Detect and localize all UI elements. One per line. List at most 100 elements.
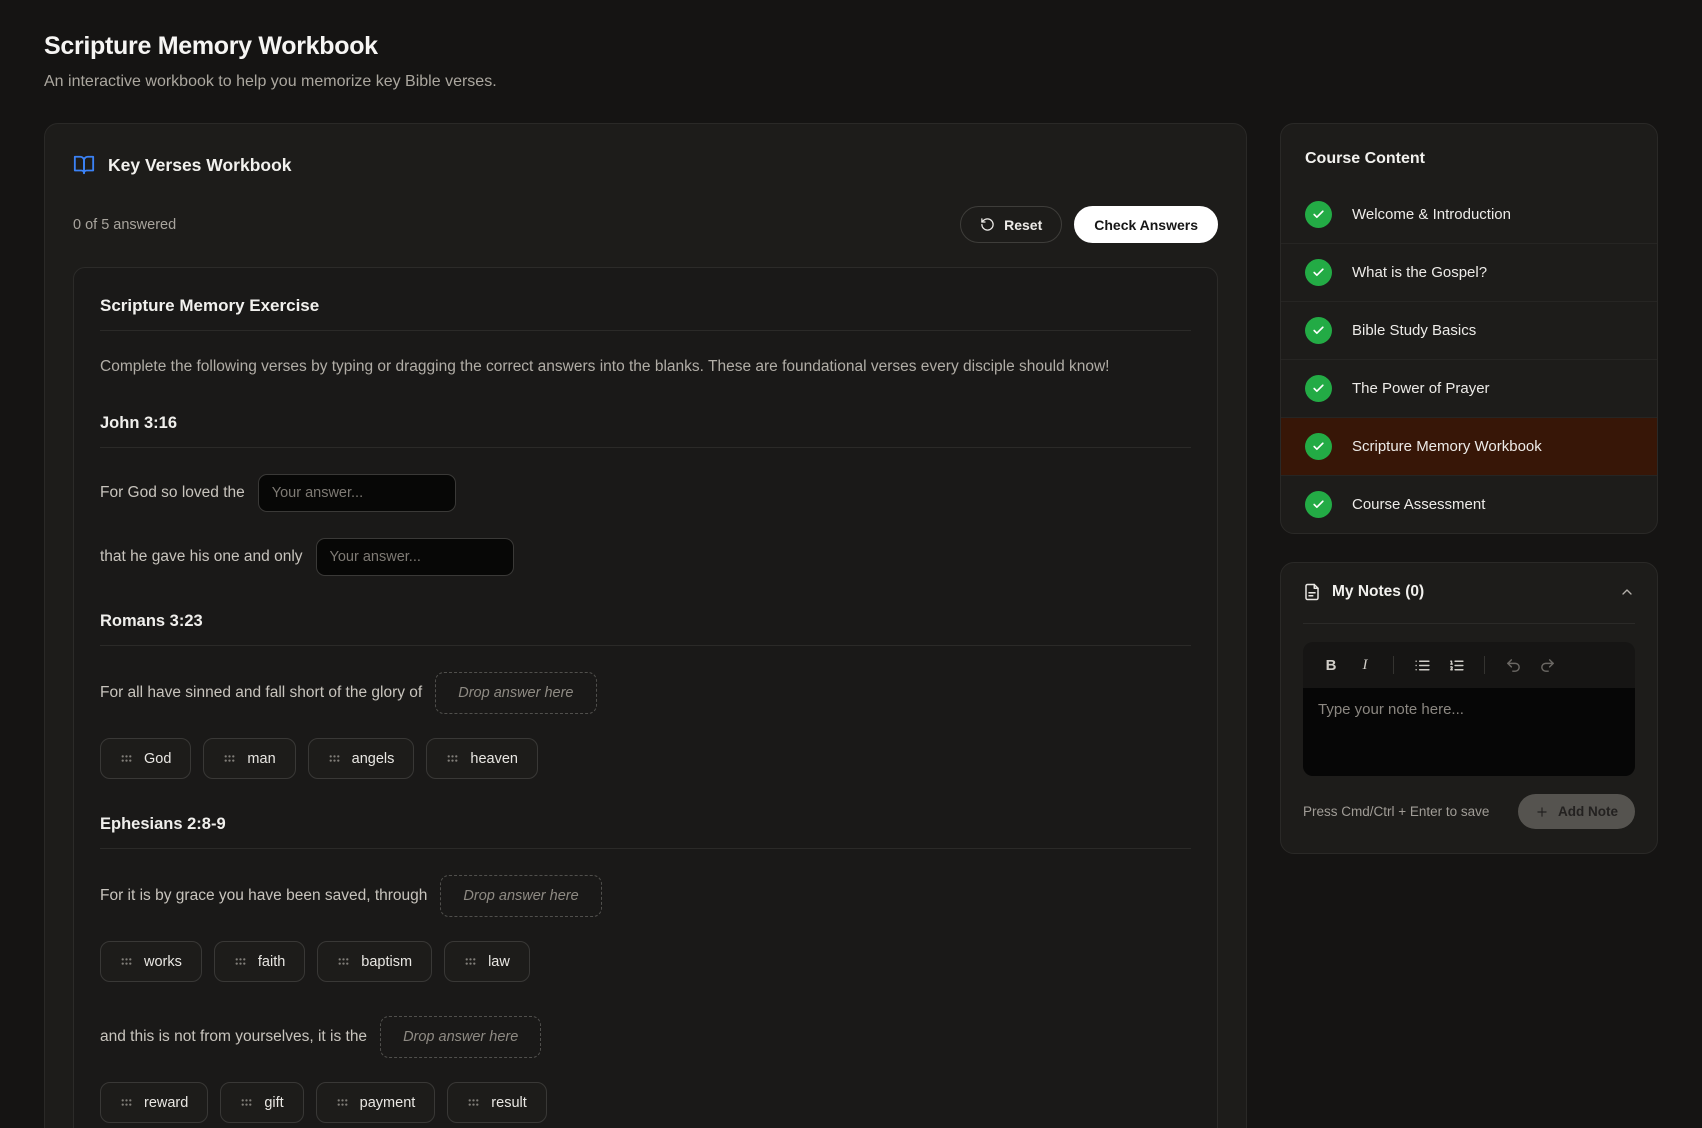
- grip-icon: [234, 956, 247, 967]
- exercise-instructions: Complete the following verses by typing …: [100, 355, 1191, 378]
- book-open-icon: [73, 154, 95, 176]
- verse-text: For God so loved the: [100, 484, 245, 502]
- course-item-label: Course Assessment: [1352, 496, 1485, 513]
- course-item-label: The Power of Prayer: [1352, 380, 1490, 397]
- course-item-label: Scripture Memory Workbook: [1352, 438, 1542, 455]
- grip-icon: [120, 753, 133, 764]
- add-note-button[interactable]: Add Note: [1518, 794, 1635, 829]
- course-item-label: What is the Gospel?: [1352, 264, 1487, 281]
- divider: [100, 848, 1191, 849]
- bullet-list-button[interactable]: [1408, 652, 1436, 678]
- my-notes-card: My Notes (0) B I: [1280, 562, 1658, 854]
- answer-chip[interactable]: baptism: [317, 941, 432, 982]
- check-answers-button[interactable]: Check Answers: [1074, 206, 1218, 243]
- completed-check-icon: [1305, 375, 1332, 402]
- my-notes-title: My Notes (0): [1332, 583, 1424, 601]
- notes-footer: Press Cmd/Ctrl + Enter to save Add Note: [1303, 794, 1635, 829]
- answer-chip[interactable]: gift: [220, 1082, 303, 1123]
- workbook-header: Key Verses Workbook: [73, 154, 1218, 176]
- completed-check-icon: [1305, 201, 1332, 228]
- note-editor-toolbar: B I: [1303, 642, 1635, 688]
- reset-button-label: Reset: [1004, 217, 1042, 233]
- chip-label: angels: [352, 751, 395, 767]
- my-notes-header: My Notes (0): [1303, 583, 1635, 601]
- verse-heading: John 3:16: [100, 414, 1191, 433]
- answer-input[interactable]: [316, 538, 514, 576]
- divider: [100, 330, 1191, 331]
- answer-dropzone[interactable]: Drop answer here: [435, 672, 596, 714]
- check-answers-label: Check Answers: [1094, 217, 1198, 233]
- grip-icon: [467, 1097, 480, 1108]
- bold-button[interactable]: B: [1317, 652, 1345, 678]
- sidebar-item-course-assessment[interactable]: Course Assessment: [1281, 475, 1657, 533]
- answer-chip[interactable]: law: [444, 941, 530, 982]
- sidebar-item-what-is-the-gospel[interactable]: What is the Gospel?: [1281, 243, 1657, 301]
- answer-chip[interactable]: works: [100, 941, 202, 982]
- chips-row: works faith baptism law: [100, 941, 1191, 982]
- verse-text: For it is by grace you have been saved, …: [100, 887, 427, 905]
- grip-icon: [120, 1097, 133, 1108]
- completed-check-icon: [1305, 433, 1332, 460]
- note-input[interactable]: [1303, 688, 1635, 776]
- sidebar: Course Content Welcome & Introduction Wh…: [1280, 123, 1658, 854]
- answer-chip[interactable]: God: [100, 738, 191, 779]
- chips-row: God man angels heaven: [100, 738, 1191, 779]
- chevron-up-icon: [1619, 584, 1635, 600]
- chip-label: works: [144, 954, 182, 970]
- answer-dropzone[interactable]: Drop answer here: [380, 1016, 541, 1058]
- grip-icon: [446, 753, 459, 764]
- redo-button[interactable]: [1533, 652, 1561, 678]
- collapse-notes-button[interactable]: [1619, 584, 1635, 600]
- note-editor: B I: [1303, 642, 1635, 776]
- save-hint: Press Cmd/Ctrl + Enter to save: [1303, 804, 1489, 819]
- note-icon: [1303, 583, 1321, 601]
- italic-button[interactable]: I: [1351, 652, 1379, 678]
- answer-chip[interactable]: man: [203, 738, 295, 779]
- sidebar-item-the-power-of-prayer[interactable]: The Power of Prayer: [1281, 359, 1657, 417]
- verse-heading: Romans 3:23: [100, 612, 1191, 631]
- dropzone-label: Drop answer here: [458, 685, 573, 701]
- verse-row: For all have sinned and fall short of th…: [100, 672, 1191, 714]
- divider: [100, 645, 1191, 646]
- grip-icon: [336, 1097, 349, 1108]
- completed-check-icon: [1305, 491, 1332, 518]
- answer-input[interactable]: [258, 474, 456, 512]
- grip-icon: [240, 1097, 253, 1108]
- grip-icon: [464, 956, 477, 967]
- exercise-title: Scripture Memory Exercise: [100, 296, 1191, 316]
- course-content-title: Course Content: [1281, 124, 1657, 186]
- dropzone-label: Drop answer here: [403, 1029, 518, 1045]
- divider: [100, 447, 1191, 448]
- workbook-toolbar: 0 of 5 answered Reset Check Answers: [73, 206, 1218, 243]
- completed-check-icon: [1305, 259, 1332, 286]
- chip-label: result: [491, 1095, 526, 1111]
- course-item-label: Bible Study Basics: [1352, 322, 1476, 339]
- toolbar-separator: [1393, 656, 1394, 674]
- grip-icon: [337, 956, 350, 967]
- sidebar-item-bible-study-basics[interactable]: Bible Study Basics: [1281, 301, 1657, 359]
- verse-text: that he gave his one and only: [100, 548, 303, 566]
- answer-chip[interactable]: angels: [308, 738, 415, 779]
- answer-chip[interactable]: reward: [100, 1082, 208, 1123]
- verse-section-ephesians-2-8-9: Ephesians 2:8-9 For it is by grace you h…: [100, 815, 1191, 1123]
- page-subtitle: An interactive workbook to help you memo…: [44, 73, 1658, 91]
- undo-button[interactable]: [1499, 652, 1527, 678]
- sidebar-item-scripture-memory-workbook[interactable]: Scripture Memory Workbook: [1281, 417, 1657, 475]
- completed-check-icon: [1305, 317, 1332, 344]
- workbook-title: Key Verses Workbook: [108, 155, 292, 176]
- toolbar-separator: [1484, 656, 1485, 674]
- verse-text: For all have sinned and fall short of th…: [100, 684, 422, 702]
- answer-chip[interactable]: result: [447, 1082, 546, 1123]
- numbered-list-button[interactable]: [1442, 652, 1470, 678]
- chip-label: God: [144, 751, 171, 767]
- answer-chip[interactable]: faith: [214, 941, 305, 982]
- answer-dropzone[interactable]: Drop answer here: [440, 875, 601, 917]
- chip-label: reward: [144, 1095, 188, 1111]
- answer-chip[interactable]: payment: [316, 1082, 436, 1123]
- sidebar-item-welcome-introduction[interactable]: Welcome & Introduction: [1281, 186, 1657, 243]
- chip-label: baptism: [361, 954, 412, 970]
- reset-button[interactable]: Reset: [960, 206, 1062, 243]
- grip-icon: [328, 753, 341, 764]
- answer-chip[interactable]: heaven: [426, 738, 538, 779]
- chip-label: payment: [360, 1095, 416, 1111]
